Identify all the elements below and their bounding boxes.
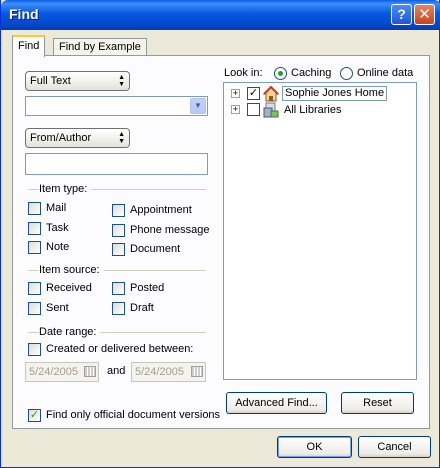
radio-caching[interactable]: Caching [274,67,331,81]
help-icon: ? [397,6,406,22]
checkbox-label: Appointment [130,204,192,216]
checkbox-box[interactable] [28,282,41,295]
date-from-value: 5/24/2005 [29,366,78,378]
libraries-icon [263,102,279,122]
find-dialog: Find ? ✕ Find Find by Example Full Text … [0,0,440,468]
date-and-label: and [107,365,126,377]
radio-online-data[interactable]: Online data [340,67,413,81]
checkbox-box[interactable] [112,204,125,217]
radio-dot[interactable] [340,67,353,80]
look-in-label: Look in: [224,67,263,79]
checkbox-box[interactable] [28,302,41,315]
checkbox-task[interactable]: Task [28,222,69,236]
updown-icon: ▲ ▼ [118,131,125,145]
close-button[interactable]: ✕ [414,4,435,25]
checkbox-note[interactable]: Note [28,241,69,255]
field-type-value: From/Author [30,132,92,144]
tree-checkbox[interactable] [247,103,260,116]
radio-label: Online data [357,67,414,79]
item-type-label: Item type: [39,183,92,195]
checkbox-box[interactable] [112,243,125,256]
expand-icon[interactable]: + [231,89,240,98]
checkbox-label: Note [46,241,70,253]
radio-label: Caching [291,67,332,79]
tab-find[interactable]: Find [12,35,46,57]
checkbox-box[interactable] [112,302,125,315]
help-button[interactable]: ? [391,4,412,25]
window-title: Find [9,6,39,22]
checkbox-created-or-delivered[interactable]: Created or delivered between: [28,343,193,357]
title-bar[interactable]: Find ? ✕ [1,0,440,30]
ok-button[interactable]: OK [277,436,352,458]
checkbox-label: Posted [130,282,165,294]
radio-dot[interactable] [274,67,287,80]
checkbox-box[interactable] [28,222,41,235]
checkbox-box[interactable] [112,282,125,295]
item-source-label: Item source: [39,264,104,276]
checkbox-document[interactable]: Document [112,243,180,257]
checkbox-label: Find only official document versions [46,409,221,421]
checkbox-label: Mail [46,202,67,214]
tree-item-label: Sophie Jones Home [282,86,388,101]
checkbox-received[interactable]: Received [28,282,92,296]
checkbox-label: Draft [130,302,154,314]
tree-item-label: All Libraries [284,104,342,116]
checkbox-box[interactable]: ✓ [28,409,41,422]
tab-find-by-example-label: Find by Example [59,41,141,53]
checkbox-box[interactable] [28,343,41,356]
chevron-down-icon[interactable]: ▼ [190,98,206,114]
checkbox-label: Received [46,282,92,294]
checkbox-box[interactable] [28,202,41,215]
reset-button[interactable]: Reset [341,392,414,414]
expand-icon[interactable]: + [231,105,240,114]
checkbox-appointment[interactable]: Appointment [112,204,192,218]
checkbox-mail[interactable]: Mail [28,202,66,216]
checkbox-posted[interactable]: Posted [112,282,164,296]
search-text-combo[interactable]: ▼ [25,96,208,116]
checkbox-label: Document [130,243,181,255]
cancel-button[interactable]: Cancel [358,436,431,458]
date-to-picker[interactable]: 5/24/2005 [131,362,206,382]
search-type-value: Full Text [30,75,71,87]
tab-find-by-example[interactable]: Find by Example [53,38,147,55]
checkbox-label: Created or delivered between: [46,343,194,355]
checkbox-official-versions[interactable]: ✓ Find only official document versions [28,409,220,423]
calendar-icon[interactable] [84,366,96,377]
date-range-label: Date range: [39,326,101,338]
checkbox-label: Phone message [130,224,210,236]
tree-item-sophie-jones-home[interactable]: + ✓ Sophie Jones Home [224,85,414,102]
checkbox-sent[interactable]: Sent [28,302,69,316]
date-to-value: 5/24/2005 [135,366,184,378]
tab-find-label: Find [18,40,40,52]
tree-checkbox[interactable]: ✓ [247,87,260,100]
updown-icon: ▲ ▼ [118,74,125,88]
checkbox-box[interactable] [28,241,41,254]
calendar-icon[interactable] [191,366,203,377]
checkbox-draft[interactable]: Draft [112,302,154,316]
checkbox-phone-message[interactable]: Phone message [112,224,210,238]
advanced-find-button[interactable]: Advanced Find... [226,392,327,414]
checkbox-box[interactable] [112,224,125,237]
field-value-input[interactable] [25,153,208,175]
checkbox-label: Sent [46,302,69,314]
search-type-select[interactable]: Full Text ▲ ▼ [25,71,130,91]
tree-item-all-libraries[interactable]: + All Libraries [224,102,414,118]
library-tree[interactable]: + ✓ Sophie Jones Home + All Libraries [223,82,417,380]
checkbox-label: Task [46,222,69,234]
date-from-picker[interactable]: 5/24/2005 [25,362,99,382]
close-icon: ✕ [418,6,431,23]
field-type-select[interactable]: From/Author ▲ ▼ [25,128,130,148]
